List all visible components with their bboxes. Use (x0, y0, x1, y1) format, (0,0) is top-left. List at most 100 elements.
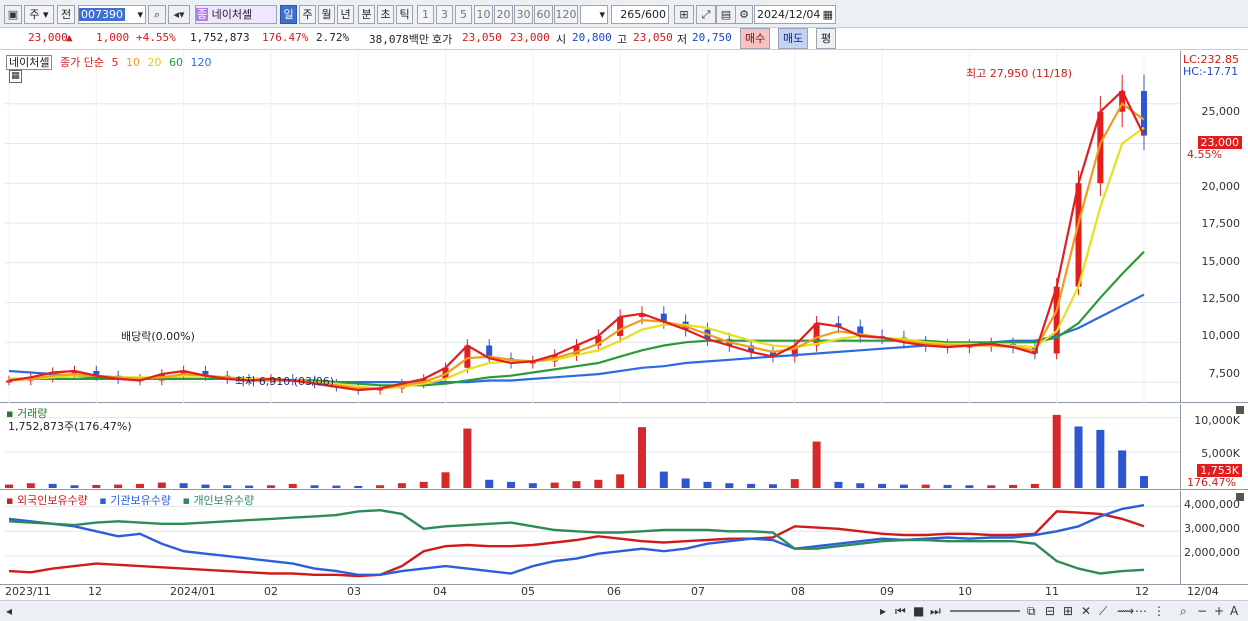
crosshair-icon[interactable]: ✕ (1081, 604, 1091, 618)
search-icon[interactable]: ⌕ (148, 5, 166, 24)
calendar-icon[interactable]: ▦ (823, 6, 833, 23)
volume-bar (376, 485, 385, 488)
stop-icon[interactable]: ■ (913, 604, 924, 618)
grid-icon[interactable]: ⊞ (1063, 604, 1073, 618)
price-plot[interactable] (5, 51, 1180, 403)
buy-button[interactable]: 매수 (740, 28, 771, 49)
ma-10[interactable]: 10 (126, 56, 140, 69)
stock-name-tag[interactable]: 네이처셀 (6, 55, 53, 70)
date-input[interactable]: 2024/12/04 ▦ (754, 5, 836, 24)
period-month[interactable]: 월 (318, 5, 335, 24)
volume-bar (1074, 426, 1083, 488)
ma-5[interactable]: 5 (111, 56, 118, 69)
zoom-out-icon[interactable]: − (1197, 604, 1207, 618)
ma-20[interactable]: 20 (147, 56, 161, 69)
volume-bar (1009, 484, 1018, 488)
compare-icon[interactable]: ⟿ (1117, 604, 1134, 618)
balance-button[interactable]: 평 (816, 28, 837, 49)
num-3[interactable]: 3 (436, 5, 453, 24)
volume-bar (419, 481, 428, 488)
period-day[interactable]: 일 (280, 5, 297, 24)
legend-institution-label: 기관보유수량 (110, 494, 171, 507)
xtick: 03 (347, 585, 361, 598)
scroll-bar: ◂ ▸ ⏮ ■ ⏭ ⧉ ⊟ ⊞ ✕ ⟋ ⟿ ⋯ ⋮ ⌕ − + A (0, 600, 1248, 621)
legend-individual[interactable]: ▪ 개인보유수량 (182, 494, 258, 507)
layout-icon[interactable]: ⧉ (1027, 604, 1036, 619)
ytick: 10,000 (1201, 329, 1241, 342)
volume-bar (1052, 414, 1061, 488)
num-1[interactable]: 1 (417, 5, 434, 24)
panel-close-icon[interactable] (1236, 493, 1244, 501)
ytick: 25,000 (1201, 105, 1241, 118)
speaker-icon[interactable]: ◂▾ (168, 5, 190, 24)
volume-bar (310, 485, 319, 488)
type-select[interactable]: 주 ▾ (24, 5, 54, 24)
rewind-icon[interactable]: ⏮ (895, 604, 906, 619)
quote-bar: 23,000 ▲ 1,000 +4.55% 1,752,873 176.47% … (0, 28, 1248, 50)
turnover-value: 2.72% (316, 31, 350, 44)
period-minute[interactable]: 분 (358, 5, 375, 24)
table-icon[interactable]: ▦ (9, 70, 22, 83)
volume-bar (987, 485, 996, 488)
period-tick[interactable]: 틱 (396, 5, 413, 24)
price-legend: 네이처셀 종가 단순 5 10 20 60 120 (6, 54, 215, 70)
zoom-in-icon[interactable]: + (1214, 604, 1224, 618)
ma-60[interactable]: 60 (169, 56, 183, 69)
num-60[interactable]: 60 (534, 5, 553, 24)
xtick: 12 (88, 585, 102, 598)
hc-label: HC:-17.71 (1183, 65, 1239, 78)
toolbar: ▣ 주 ▾ 전 007390 ▾ ⌕ ◂▾ 종 네이처셀 일 주 월 년 분 초 … (0, 0, 1248, 28)
num-10[interactable]: 10 (474, 5, 493, 24)
custom-number-select[interactable]: ▾ (580, 5, 608, 24)
font-size-icon[interactable]: A (1230, 604, 1238, 618)
split-icon[interactable]: ⊟ (1045, 604, 1055, 618)
ytick: 20,000 (1201, 180, 1241, 193)
panel-close-icon[interactable] (1236, 406, 1244, 414)
period-second[interactable]: 초 (377, 5, 394, 24)
period-week[interactable]: 주 (299, 5, 316, 24)
volume-plot[interactable] (5, 404, 1180, 490)
gear-icon[interactable]: ⚙ (735, 5, 753, 24)
trend-icon[interactable]: ⟋ (1099, 604, 1107, 619)
forward-icon[interactable]: ⏭ (930, 604, 941, 619)
sell-button[interactable]: 매도 (778, 28, 809, 49)
volume-bar (768, 484, 777, 488)
legend-institution[interactable]: ▪ 기관보유수량 (99, 494, 175, 507)
code-input[interactable]: 007390 ▾ (78, 5, 146, 24)
x-axis: 2023/11 12 2024/01 02 03 04 05 06 07 08 … (0, 584, 1248, 598)
count-field[interactable]: 265/600 (611, 5, 669, 24)
ma-60-line (9, 250, 1145, 387)
ytick: 10,000K (1194, 414, 1240, 427)
draw-tool-icon[interactable]: ⤢ (696, 5, 716, 24)
volume-pct: 176.47% (1187, 476, 1236, 489)
zoom-icon[interactable]: ⌕ (1180, 604, 1187, 619)
scroll-right-icon[interactable]: ▸ (880, 604, 886, 618)
holding-panel: ▪ 외국인보유수량 ▪ 기관보유수량 ▪ 개인보유수량 4,000,000 3,… (0, 491, 1248, 584)
volume-bar (790, 479, 799, 488)
num-30[interactable]: 30 (514, 5, 533, 24)
dividend-annotation: 배당락(0.00%) (121, 330, 195, 343)
num-20[interactable]: 20 (494, 5, 513, 24)
prev-button[interactable]: 전 (57, 5, 75, 24)
more-icon[interactable]: ⋮ (1153, 604, 1165, 618)
pattern-icon[interactable]: ⋯ (1135, 604, 1147, 618)
period-year[interactable]: 년 (337, 5, 354, 24)
legend-individual-label: 개인보유수량 (193, 494, 255, 507)
chart-type-icon[interactable]: ⊞ (674, 5, 694, 24)
amount-value: 38,078백만 (369, 33, 429, 46)
window-icon[interactable]: ▣ (4, 5, 22, 24)
legend-foreign[interactable]: ▪ 외국인보유수량 (6, 494, 92, 507)
volume-bar (507, 481, 516, 488)
volume-bar (26, 483, 35, 488)
volume-bar (812, 441, 821, 488)
ma-120[interactable]: 120 (190, 56, 211, 69)
num-5[interactable]: 5 (455, 5, 472, 24)
holding-line (8, 510, 1145, 578)
price-chart (5, 51, 1180, 403)
volume-bar (943, 484, 952, 488)
zoom-slider[interactable] (950, 610, 1020, 612)
scroll-left-icon[interactable]: ◂ (6, 604, 12, 618)
save-icon[interactable]: ▤ (716, 5, 736, 24)
stock-name-field[interactable]: 종 네이처셀 (195, 5, 277, 24)
num-120[interactable]: 120 (554, 5, 578, 24)
